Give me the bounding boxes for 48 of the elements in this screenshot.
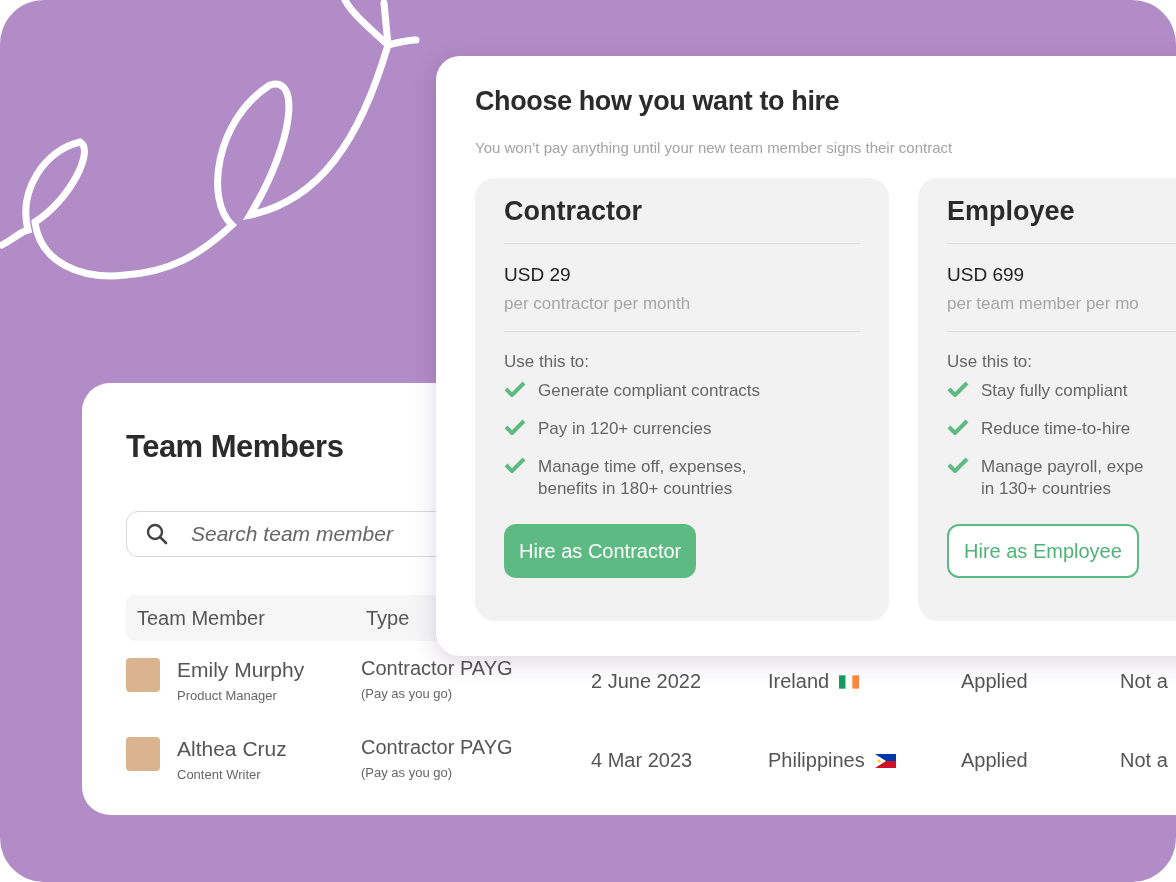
table-cell-text: Not a (1120, 748, 1168, 772)
price-note: per contractor per month (504, 294, 860, 332)
status-cell-text: Applied (961, 748, 1029, 772)
uses-label: Use this to: (947, 352, 1034, 372)
feature-text: Generate compliant contracts (538, 380, 761, 402)
check-icon (947, 418, 969, 436)
contract-type-note: (Pay as you go) (361, 686, 454, 701)
feature-text: Stay fully compliant (981, 380, 1128, 402)
member-name: Althea Cruz (177, 737, 288, 761)
feature-text: Pay in 120+ currencies (538, 418, 712, 440)
hire-button[interactable]: Hire as Employee (947, 524, 1139, 578)
date-cell-text: 2 June 2022 (591, 669, 703, 693)
dialog-title: Choose how you want to hire (475, 86, 841, 117)
plan-title: Employee (947, 196, 1176, 244)
check-icon (947, 380, 969, 398)
table-cell-text: Not a (1120, 669, 1168, 693)
plan-title: Contractor (504, 196, 860, 244)
contract-type: Contractor PAYG (361, 657, 514, 680)
feature-text: Manage payroll, expe in 130+ countries (981, 456, 1144, 500)
column-header: Type (366, 606, 410, 630)
status-cell-text: Applied (961, 669, 1029, 693)
search-icon (146, 523, 168, 545)
member-role: Product Manager (177, 688, 278, 703)
card-title: Team Members (126, 429, 344, 465)
plan-price: USD 699 (947, 264, 1026, 286)
column-header: Team Member (136, 606, 266, 630)
member-name: Emily Murphy (177, 658, 306, 682)
date-cell-text: 4 Mar 2023 (591, 748, 694, 772)
feature-text: Reduce time-to-hire (981, 418, 1131, 440)
contract-type-note: (Pay as you go) (361, 765, 454, 780)
flag-icon (839, 674, 860, 689)
check-icon (504, 456, 526, 474)
avatar-placeholder (126, 658, 160, 692)
country-cell: Ireland (768, 670, 830, 693)
flag-icon (874, 753, 896, 768)
avatar-placeholder (126, 737, 160, 771)
member-role: Content Writer (177, 767, 262, 782)
feature-text: Manage time off, expenses, benefits in 180+ countries (538, 456, 747, 500)
country-cell: Philippines (768, 749, 865, 772)
check-icon (947, 456, 969, 474)
contract-type: Contractor PAYG (361, 736, 514, 759)
uses-label: Use this to: (504, 352, 591, 372)
price-note: per team member per mo (947, 294, 1176, 332)
plan-price: USD 29 (504, 264, 572, 286)
hire-button[interactable]: Hire as Contractor (504, 524, 697, 578)
check-icon (504, 380, 526, 398)
check-icon (504, 418, 526, 436)
dialog-subtitle: You won’t pay anything until your new team member signs their contract (475, 139, 954, 156)
